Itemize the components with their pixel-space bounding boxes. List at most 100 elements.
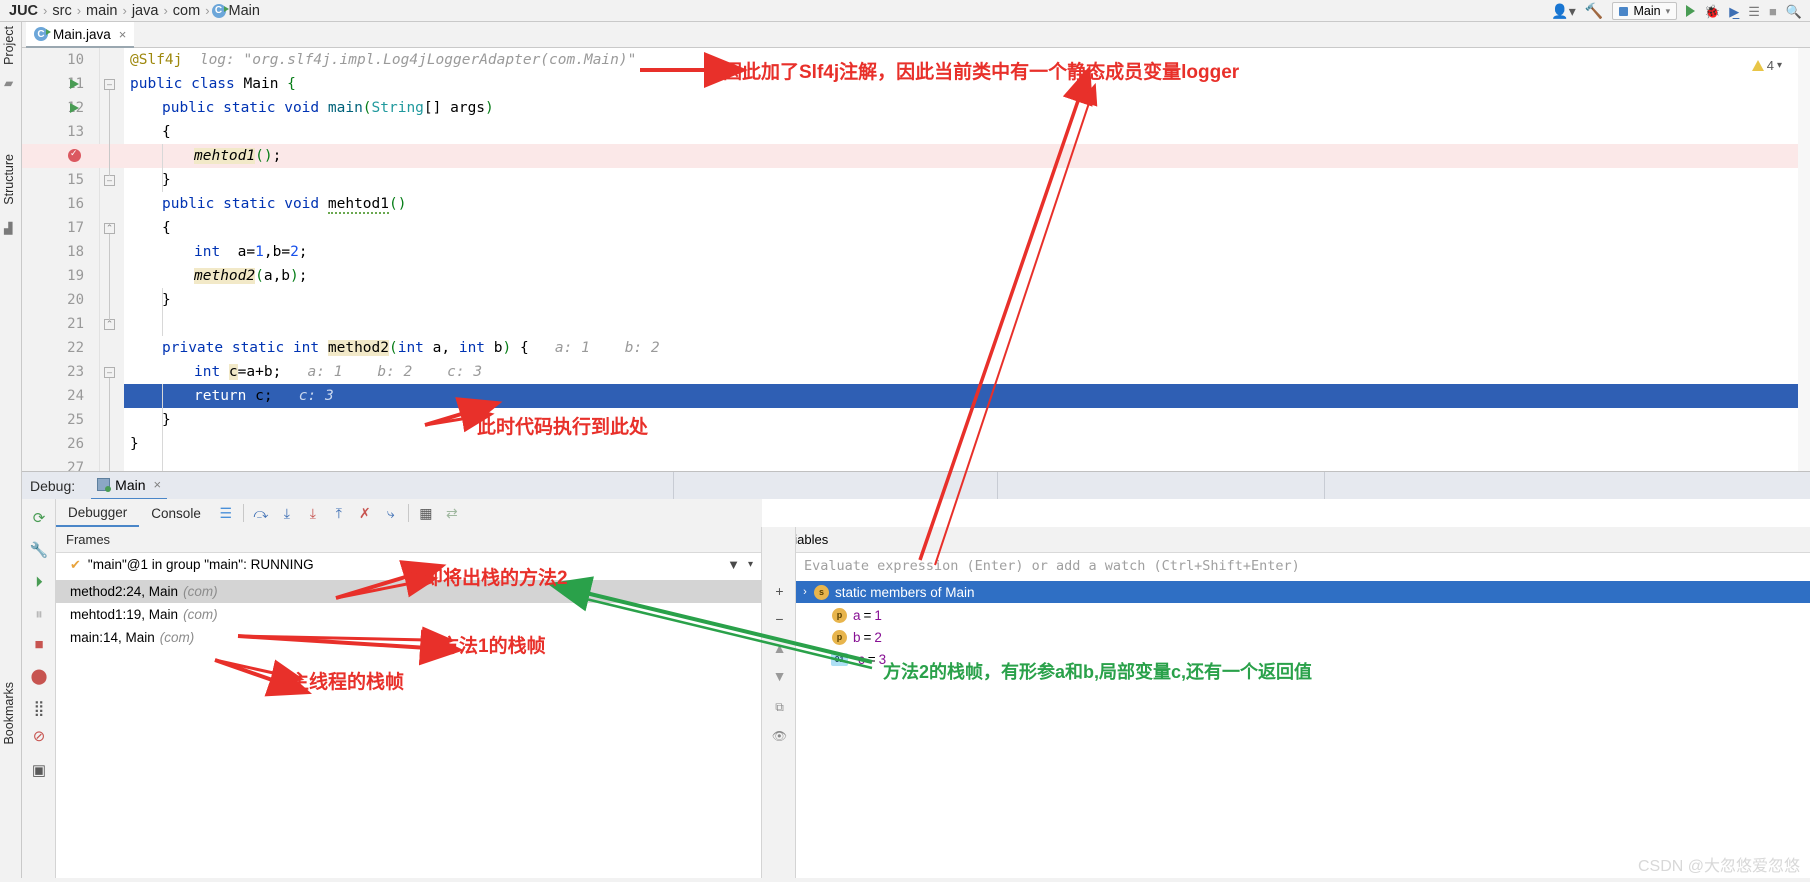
stop-icon[interactable]: ■ xyxy=(30,635,48,653)
variable-row-a[interactable]: p a = 1 xyxy=(796,604,1810,626)
code-text: return c; c: 3 xyxy=(194,388,334,404)
code-line[interactable]: { xyxy=(22,120,1810,144)
code-line[interactable]: mehtod1(); xyxy=(22,144,1810,168)
code-line[interactable]: return c; c: 3 xyxy=(124,384,1810,408)
layout-settings-icon[interactable]: ⣿ xyxy=(30,699,48,717)
code-fold-icon[interactable]: – xyxy=(104,175,115,186)
close-icon[interactable]: × xyxy=(154,477,162,492)
editor-scrollbar[interactable] xyxy=(1798,48,1810,471)
code-editor[interactable]: 10 @Slf4j log: "org.slf4j.impl.Log4jLogge… xyxy=(22,48,1810,471)
breadcrumb-separator: › xyxy=(43,3,48,18)
arrow-up-icon[interactable]: ▲ xyxy=(771,639,788,656)
frame-row-method2[interactable]: method2:24, Main (com) xyxy=(56,580,762,603)
close-icon[interactable]: × xyxy=(119,27,127,42)
variable-row-static-members[interactable]: › s static members of Main xyxy=(796,581,1810,603)
run-gutter-icon[interactable] xyxy=(70,79,79,89)
mute-breakpoints-icon[interactable]: ⊘ xyxy=(30,727,48,745)
plus-icon[interactable]: + xyxy=(771,582,788,599)
pause-icon[interactable]: ⏸ xyxy=(30,605,48,623)
code-fold-icon[interactable]: – xyxy=(104,367,115,378)
eye-icon[interactable]: 👁 xyxy=(771,727,788,744)
breadcrumb-item-1[interactable]: src xyxy=(49,3,74,19)
tab-debugger[interactable]: Debugger xyxy=(56,499,140,527)
debug-session-label: Main xyxy=(115,476,146,493)
breadcrumb-item-4[interactable]: com xyxy=(170,3,203,19)
code-text: } xyxy=(130,436,139,452)
run-to-cursor-icon[interactable]: ⤷ xyxy=(378,500,404,526)
search-everywhere-icon[interactable]: 🔍 xyxy=(1786,5,1802,18)
code-line[interactable] xyxy=(22,456,1810,471)
stop-button[interactable]: ■ xyxy=(1769,5,1777,18)
resume-icon[interactable]: ⏵ xyxy=(30,573,48,591)
frame-row-main[interactable]: main:14, Main (com) xyxy=(56,626,762,649)
run-gutter-icon[interactable] xyxy=(70,103,79,113)
code-fold-icon[interactable]: – xyxy=(104,79,115,90)
code-line[interactable]: } xyxy=(22,432,1810,456)
chevron-right-icon[interactable]: › xyxy=(796,586,814,598)
chevron-down-icon[interactable]: ▾ xyxy=(748,559,753,570)
step-out-icon[interactable]: ⤒ xyxy=(326,500,352,526)
evaluate-expression-input[interactable]: Evaluate expression (Enter) or add a wat… xyxy=(796,553,1810,579)
minus-icon[interactable]: − xyxy=(771,610,788,627)
code-line[interactable]: private static int method2(int a, int b)… xyxy=(22,336,1810,360)
code-line[interactable]: public static void main(String[] args) xyxy=(22,96,1810,120)
camera-icon[interactable]: ▣ xyxy=(30,761,48,779)
code-line[interactable]: public static void mehtod1() xyxy=(22,192,1810,216)
run-configuration-selector[interactable]: Main ▾ xyxy=(1612,2,1678,20)
frame-label: mehtod1:19, Main xyxy=(70,607,179,622)
step-over-icon[interactable]: ⤼ xyxy=(248,500,274,526)
copy-icon[interactable]: ⧉ xyxy=(771,699,788,716)
view-breakpoints-icon[interactable]: ⬤ xyxy=(30,667,48,685)
run-button[interactable] xyxy=(1686,5,1696,17)
layout-icon[interactable]: ☰ xyxy=(213,500,239,526)
code-fold-icon[interactable]: ⌃ xyxy=(104,223,115,234)
tab-console[interactable]: Console xyxy=(139,499,213,527)
debug-tool-window-header: Debug: Main × xyxy=(22,471,1810,500)
folder-icon[interactable]: ▰ xyxy=(4,76,18,90)
inspection-status-badge[interactable]: 4 ▾ xyxy=(1751,58,1782,73)
drop-frame-icon[interactable]: ✗ xyxy=(352,500,378,526)
force-step-into-icon[interactable]: ⤓ xyxy=(300,500,326,526)
filter-icon[interactable]: ▼ xyxy=(727,557,740,572)
code-line[interactable]: } xyxy=(22,168,1810,192)
code-text: public class Main { xyxy=(130,76,296,92)
user-account-icon[interactable]: 👤▾ xyxy=(1551,4,1575,18)
code-fold-icon[interactable]: ⌃ xyxy=(104,319,115,330)
breakpoint-icon[interactable] xyxy=(68,147,81,162)
breadcrumb-item-5[interactable]: Main xyxy=(226,3,263,19)
debug-session-tab[interactable]: Main × xyxy=(91,472,168,500)
code-line[interactable]: method2(a,b); xyxy=(22,264,1810,288)
step-into-icon[interactable]: ⤓ xyxy=(274,500,300,526)
breadcrumb-item-2[interactable]: main xyxy=(83,3,120,19)
arrow-down-icon[interactable]: ▼ xyxy=(771,667,788,684)
code-line[interactable]: { xyxy=(22,216,1810,240)
coverage-button[interactable]: ▶̲ xyxy=(1729,5,1739,18)
frame-row-mehtod1[interactable]: mehtod1:19, Main (com) xyxy=(56,603,762,626)
rerun-icon[interactable]: ⟳ xyxy=(30,509,48,527)
structure-icon[interactable]: ▟ xyxy=(4,222,18,236)
debug-button[interactable]: 🐞 xyxy=(1704,5,1720,18)
code-line[interactable] xyxy=(22,312,1810,336)
settings-icon[interactable]: 🔧 xyxy=(30,541,49,559)
sidebar-item-structure[interactable]: Structure xyxy=(2,154,16,205)
mute-breakpoints-icon[interactable]: ⇄ xyxy=(439,500,465,526)
tab-main-java[interactable]: C Main.java × xyxy=(26,22,135,48)
local-variable-badge-icon: 01 xyxy=(831,652,848,666)
variable-row-b[interactable]: p b = 2 xyxy=(796,626,1810,648)
indent-guide xyxy=(162,144,163,192)
code-text: public static void main(String[] args) xyxy=(162,100,494,116)
code-line[interactable]: } xyxy=(22,288,1810,312)
breadcrumb-item-3[interactable]: java xyxy=(129,3,162,19)
build-hammer-icon[interactable]: 🔨 xyxy=(1585,4,1604,19)
code-line[interactable]: int a=1,b=2; xyxy=(22,240,1810,264)
sidebar-item-project[interactable]: Project xyxy=(2,26,16,65)
frames-thread-row[interactable]: ✔ "main"@1 in group "main": RUNNING xyxy=(56,553,762,576)
evaluate-expression-icon[interactable]: ▦ xyxy=(413,500,439,526)
code-line[interactable]: int c=a+b; a: 1 b: 2 c: 3 xyxy=(22,360,1810,384)
profiler-button[interactable]: ☰ xyxy=(1748,5,1760,18)
code-line[interactable]: } xyxy=(22,408,1810,432)
breadcrumb-item-0[interactable]: JUC xyxy=(6,3,41,19)
sidebar-item-bookmarks[interactable]: Bookmarks xyxy=(2,682,16,745)
left-tool-rail: Project ▰ Structure ▟ Bookmarks xyxy=(0,22,22,882)
chevron-down-icon[interactable]: ▾ xyxy=(1777,60,1782,71)
